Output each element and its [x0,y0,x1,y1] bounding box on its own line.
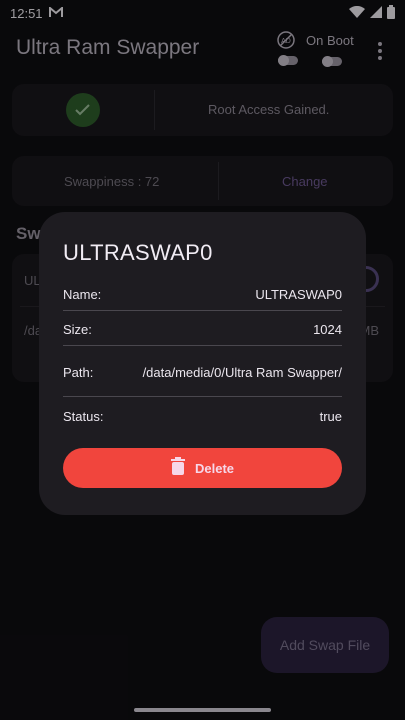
delete-button[interactable]: Delete [63,448,342,488]
row-divider [63,345,342,346]
row-divider [63,310,342,311]
delete-label: Delete [194,460,235,476]
path-value: /data/media/0/Ultra Ram Swapper/ [142,365,342,380]
size-key: Size: [63,322,92,337]
dialog-title: ULTRASWAP0 [63,240,213,265]
path-key: Path: [63,365,94,380]
status-value: true [319,409,342,424]
size-value: 1024 [313,322,342,337]
name-value: ULTRASWAP0 [255,287,342,302]
trash-icon [170,456,185,480]
status-key: Status: [63,409,104,424]
row-divider [63,396,342,397]
name-key: Name: [63,287,102,302]
swap-file-dialog: ULTRASWAP0 Name: ULTRASWAP0 Size: 1024 P… [39,212,366,515]
